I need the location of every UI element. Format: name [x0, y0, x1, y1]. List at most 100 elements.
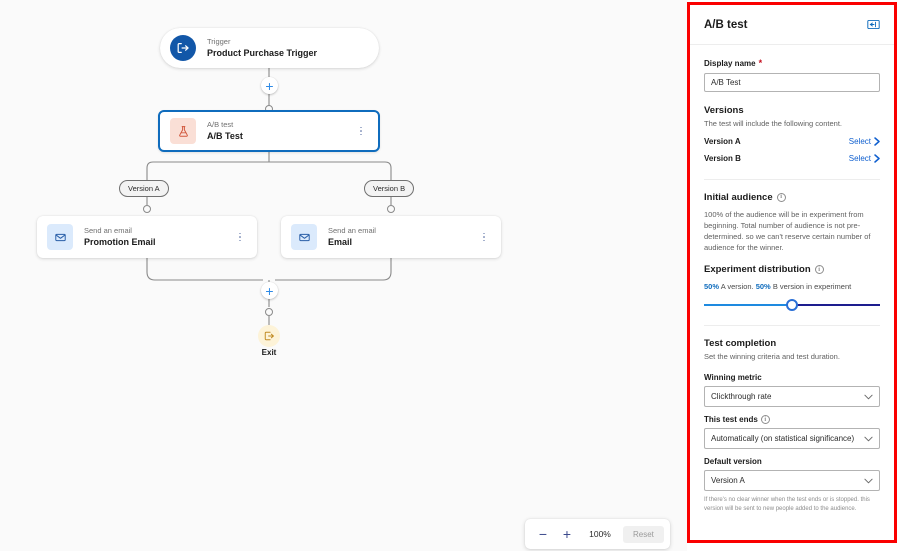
- test-ends-value: Automatically (on statistical significan…: [711, 434, 855, 444]
- branch-label-version-b[interactable]: Version B: [364, 180, 415, 197]
- experiment-distribution-heading: Experiment distribution i: [704, 264, 880, 275]
- distribution-a-text: A version.: [720, 282, 754, 292]
- node-email-b[interactable]: Send an email Email: [281, 216, 501, 258]
- version-row-b: Version B Select: [704, 150, 880, 167]
- node-email-promotion-more-menu[interactable]: [233, 228, 247, 246]
- version-row-a: Version A Select: [704, 133, 880, 150]
- connector-dot-exit: [265, 308, 273, 316]
- add-step-button-2[interactable]: +: [261, 282, 278, 299]
- panel-title: A/B test: [704, 18, 748, 31]
- node-email-b-title: Email: [328, 236, 353, 247]
- default-version-value: Version A: [711, 476, 745, 486]
- winning-metric-label: Winning metric: [704, 373, 762, 383]
- version-a-select-link[interactable]: Select: [849, 137, 880, 146]
- slider-track-b: [792, 304, 880, 307]
- branch-label-version-a[interactable]: Version A: [119, 180, 169, 197]
- versions-description: The test will include the following cont…: [704, 119, 842, 128]
- info-icon[interactable]: i: [814, 265, 824, 275]
- initial-audience-section: Initial audience i 100% of the audience …: [704, 192, 880, 254]
- default-version-hint: If there's no clear winner when the test…: [704, 497, 870, 513]
- winning-metric-group: Winning metric Clickthrough rate: [704, 373, 880, 408]
- node-ab-test[interactable]: A/B test A/B Test: [158, 110, 380, 152]
- reset-zoom-button[interactable]: Reset: [623, 525, 664, 543]
- node-ab-test-more-menu[interactable]: [354, 122, 368, 140]
- initial-audience-heading-text: Initial audience: [704, 191, 773, 203]
- divider-1: [704, 178, 880, 180]
- versions-section: Versions The test will include the follo…: [704, 105, 880, 167]
- chevron-down-icon: [864, 436, 873, 442]
- versions-heading: Versions: [704, 105, 744, 116]
- zoom-level-value: 100%: [589, 529, 611, 539]
- winning-metric-value: Clickthrough rate: [711, 392, 772, 402]
- chevron-right-icon: [874, 154, 880, 163]
- flask-icon: [170, 118, 196, 144]
- node-trigger-subtitle: Trigger: [207, 37, 231, 47]
- test-ends-label-text: This test ends: [704, 415, 758, 425]
- display-name-label-text: Display name: [704, 59, 756, 68]
- version-a-select-label: Select: [848, 136, 871, 146]
- chevron-right-icon: [874, 137, 880, 146]
- node-trigger[interactable]: Trigger Product Purchase Trigger: [160, 28, 379, 68]
- distribution-a-percent: 50%: [704, 282, 720, 292]
- journey-canvas[interactable]: Trigger Product Purchase Trigger + A/B t…: [0, 0, 687, 551]
- node-ab-test-text: A/B test A/B Test: [207, 120, 243, 142]
- version-b-name: Version B: [704, 153, 741, 163]
- node-ab-test-subtitle: A/B test: [207, 120, 234, 130]
- node-email-promotion-subtitle: Send an email: [84, 226, 132, 236]
- node-email-b-subtitle: Send an email: [328, 226, 376, 236]
- experiment-distribution-heading-text: Experiment distribution: [704, 264, 811, 276]
- info-icon[interactable]: i: [760, 415, 770, 425]
- distribution-slider[interactable]: [704, 297, 880, 313]
- zoom-in-button[interactable]: +: [557, 524, 577, 544]
- info-icon[interactable]: i: [776, 192, 786, 202]
- slider-track-a: [704, 304, 792, 307]
- test-ends-label: This test ends i: [704, 415, 880, 425]
- test-ends-select[interactable]: Automatically (on statistical significan…: [704, 428, 880, 450]
- properties-panel-annotation-box: A/B test Display name * A/B Test Version…: [687, 2, 897, 543]
- connector-dot-email-a: [143, 205, 151, 213]
- test-completion-description: Set the winning criteria and test durati…: [704, 352, 840, 362]
- envelope-icon: [291, 224, 317, 250]
- exit-arrow-icon: [258, 325, 280, 347]
- node-email-promotion[interactable]: Send an email Promotion Email: [37, 216, 257, 258]
- divider-2: [704, 325, 880, 327]
- branch-label-version-b-text: Version B: [373, 184, 406, 193]
- node-email-b-text: Send an email Email: [328, 226, 376, 248]
- distribution-summary: 50% A version. 50% B version in experime…: [704, 282, 880, 291]
- node-trigger-title: Product Purchase Trigger: [207, 47, 318, 58]
- initial-audience-heading: Initial audience i: [704, 192, 880, 203]
- chevron-down-icon: [864, 478, 873, 484]
- node-ab-test-title: A/B Test: [207, 130, 243, 141]
- connector-lines: [146, 68, 392, 325]
- connector-dot-email-b: [387, 205, 395, 213]
- version-b-select-label: Select: [848, 153, 871, 163]
- winning-metric-select[interactable]: Clickthrough rate: [704, 386, 880, 408]
- initial-audience-description: 100% of the audience will be in experime…: [704, 209, 871, 252]
- slider-thumb[interactable]: [786, 299, 798, 312]
- ab-test-properties-panel: A/B test Display name * A/B Test Version…: [690, 5, 894, 540]
- zoom-toolbar[interactable]: − + 100% Reset: [525, 519, 670, 549]
- add-step-button-1[interactable]: +: [261, 77, 278, 94]
- collapse-panel-icon[interactable]: [867, 19, 880, 30]
- version-b-select-link[interactable]: Select: [849, 154, 880, 163]
- display-name-input[interactable]: [704, 73, 880, 92]
- trigger-arrow-icon: [170, 35, 196, 61]
- display-name-label: Display name *: [704, 58, 880, 69]
- distribution-b-text: B version in experiment: [772, 282, 852, 292]
- default-version-label: Default version: [704, 457, 762, 467]
- zoom-out-button[interactable]: −: [533, 524, 553, 544]
- default-version-select[interactable]: Version A: [704, 470, 880, 492]
- panel-header: A/B test: [690, 5, 894, 45]
- node-email-promotion-title: Promotion Email: [84, 236, 156, 247]
- test-ends-group: This test ends i Automatically (on stati…: [704, 415, 880, 450]
- display-name-field-group: Display name *: [704, 59, 880, 92]
- required-asterisk: *: [758, 58, 763, 68]
- test-completion-section: Test completion Set the winning criteria…: [704, 338, 880, 514]
- chevron-down-icon: [864, 394, 873, 400]
- experiment-distribution-section: Experiment distribution i 50% A version.…: [704, 264, 880, 313]
- test-completion-heading: Test completion: [704, 338, 777, 350]
- node-email-promotion-text: Send an email Promotion Email: [84, 226, 156, 248]
- node-email-b-more-menu[interactable]: [477, 228, 491, 246]
- version-a-name: Version A: [704, 136, 741, 146]
- node-trigger-text: Trigger Product Purchase Trigger: [207, 37, 317, 59]
